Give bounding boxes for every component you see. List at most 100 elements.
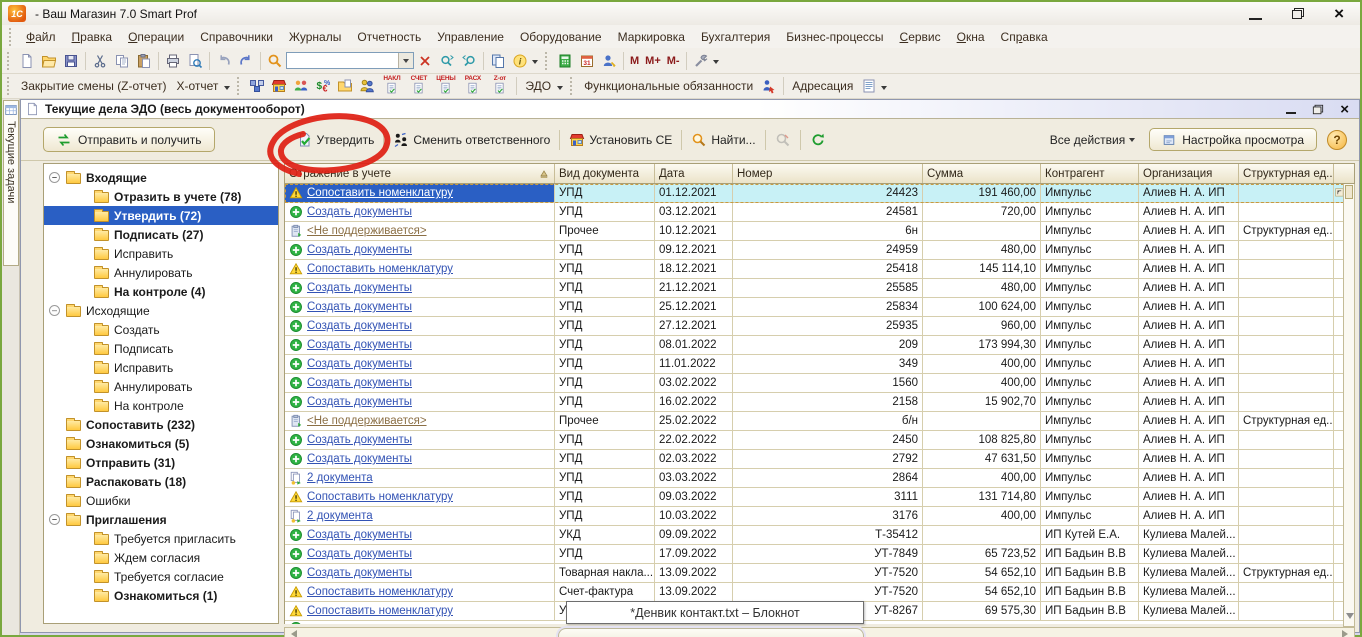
table-row-4[interactable]: Создать документыУПД09.12.202124959480,0…: [285, 241, 1354, 260]
table-row-21[interactable]: Создать документыТоварная накла...13.09.…: [285, 564, 1354, 583]
table-row-16[interactable]: 2 документаУПД03.03.20222864400,00Импуль…: [285, 469, 1354, 488]
store-icon[interactable]: [268, 75, 290, 97]
tree-item-3[interactable]: Утвердить (72): [44, 206, 278, 225]
action-link[interactable]: Сопоставить номенклатуру: [307, 605, 453, 617]
tree-item-22[interactable]: Требуется согласие: [44, 567, 278, 586]
quick-search-input[interactable]: [286, 52, 414, 69]
close-shift-button[interactable]: Закрытие смены (Z-отчет): [16, 79, 171, 93]
menu-item-12[interactable]: Сервис: [892, 27, 949, 47]
chevron-down-icon[interactable]: [224, 86, 230, 93]
tree-item-4[interactable]: Подписать (27): [44, 225, 278, 244]
tree-item-9[interactable]: Создать: [44, 320, 278, 339]
copy-icon[interactable]: [111, 50, 133, 72]
table-row-1[interactable]: Сопоставить номенклатуруУПД01.12.2021244…: [285, 184, 1354, 203]
action-link[interactable]: Создать документы: [307, 567, 412, 579]
doc-shortcut-z-от[interactable]: Z-от: [486, 75, 513, 95]
table-row-14[interactable]: Создать документыУПД22.02.20222450108 82…: [285, 431, 1354, 450]
table-row-19[interactable]: Создать документыУКД09.09.2022Т-35412ИП …: [285, 526, 1354, 545]
action-link[interactable]: Сопоставить номенклатуру: [307, 491, 453, 503]
doc-shortcut-расх[interactable]: РАСХ: [459, 75, 486, 95]
documents-folder-icon[interactable]: [334, 75, 356, 97]
column-header-7[interactable]: Организация: [1139, 164, 1239, 183]
action-link[interactable]: Создать документы: [307, 282, 412, 294]
addressing-icon[interactable]: [858, 75, 880, 97]
close-button[interactable]: ×: [1334, 6, 1344, 21]
functional-duties-icon[interactable]: [758, 75, 780, 97]
tree-item-13[interactable]: На контроле: [44, 396, 278, 415]
table-row-15[interactable]: Создать документыУПД02.03.2022279247 631…: [285, 450, 1354, 469]
table-row-20[interactable]: Создать документыУПД17.09.2022УТ-784965 …: [285, 545, 1354, 564]
action-link[interactable]: Создать документы: [307, 434, 412, 446]
view-settings-button[interactable]: Настройка просмотра: [1149, 128, 1317, 151]
tree-item-1[interactable]: –Входящие: [44, 168, 278, 187]
tree-item-18[interactable]: Ошибки: [44, 491, 278, 510]
chevron-down-icon[interactable]: [557, 86, 563, 93]
column-header-3[interactable]: Дата: [655, 164, 733, 183]
action-link[interactable]: <Не поддерживается>: [307, 415, 427, 427]
menu-item-1[interactable]: Файл: [18, 27, 64, 47]
action-link[interactable]: Сопоставить номенклатуру: [307, 187, 453, 199]
tree-item-19[interactable]: –Приглашения: [44, 510, 278, 529]
tree-item-20[interactable]: Требуется пригласить: [44, 529, 278, 548]
edo-button[interactable]: ЭДО: [520, 79, 556, 93]
tree-item-12[interactable]: Аннулировать: [44, 377, 278, 396]
redo-icon[interactable]: [235, 50, 257, 72]
chevron-down-icon[interactable]: [532, 60, 538, 67]
menu-item-13[interactable]: Окна: [949, 27, 993, 47]
menu-item-7[interactable]: Управление: [429, 27, 512, 47]
tree-item-11[interactable]: Исправить: [44, 358, 278, 377]
scroll-left-arrow-icon[interactable]: [287, 630, 297, 637]
cut-icon[interactable]: [89, 50, 111, 72]
column-header-1[interactable]: Отражение в учете: [285, 164, 555, 183]
table-row-17[interactable]: Сопоставить номенклатуруУПД09.03.2022311…: [285, 488, 1354, 507]
find-next-icon[interactable]: [436, 50, 458, 72]
new-document-icon[interactable]: [16, 50, 38, 72]
tree-item-14[interactable]: Сопоставить (232): [44, 415, 278, 434]
tree-item-2[interactable]: Отразить в учете (78): [44, 187, 278, 206]
table-row-9[interactable]: Создать документыУПД08.01.2022209173 994…: [285, 336, 1354, 355]
restore-button[interactable]: [1292, 8, 1304, 19]
column-header-2[interactable]: Вид документа: [555, 164, 655, 183]
vertical-scrollbar-thumb[interactable]: [1345, 185, 1353, 199]
table-row-10[interactable]: Создать документыУПД11.01.2022349400,00И…: [285, 355, 1354, 374]
memory-button-m[interactable]: M: [627, 50, 642, 72]
doc-shortcut-счет[interactable]: СЧЕТ: [405, 75, 432, 95]
set-se-button[interactable]: Установить СЕ: [565, 130, 676, 150]
calendar-icon[interactable]: 31: [576, 50, 598, 72]
action-link[interactable]: 2 документа: [307, 472, 373, 484]
search-icon[interactable]: [264, 50, 286, 72]
wrench-icon[interactable]: [690, 50, 712, 72]
doc-shortcut-накл[interactable]: НАКЛ: [378, 75, 405, 95]
table-row-5[interactable]: Сопоставить номенклатуруУПД18.12.2021254…: [285, 260, 1354, 279]
column-header-5[interactable]: Сумма: [923, 164, 1041, 183]
money-icon[interactable]: $€%: [312, 75, 334, 97]
undo-icon[interactable]: [213, 50, 235, 72]
chevron-down-icon[interactable]: [713, 60, 719, 67]
tree-item-7[interactable]: На контроле (4): [44, 282, 278, 301]
action-link[interactable]: Создать документы: [307, 320, 412, 332]
window-close-button[interactable]: ×: [1340, 102, 1349, 117]
menu-item-8[interactable]: Оборудование: [512, 27, 610, 47]
combo-dropdown-button[interactable]: [398, 53, 413, 68]
menu-item-11[interactable]: Бизнес-процессы: [778, 27, 891, 47]
copy-pages-icon[interactable]: [487, 50, 509, 72]
tree-collapse-icon[interactable]: –: [49, 172, 60, 183]
table-row-11[interactable]: Создать документыУПД03.02.20221560400,00…: [285, 374, 1354, 393]
action-link[interactable]: Создать документы: [307, 529, 412, 541]
menu-item-9[interactable]: Маркировка: [610, 27, 693, 47]
action-link[interactable]: Создать документы: [307, 206, 412, 218]
table-row-18[interactable]: 2 документаУПД10.03.20223176400,00Импуль…: [285, 507, 1354, 526]
doc-shortcut-цены[interactable]: ЦЕНЫ: [432, 75, 459, 95]
tree-item-23[interactable]: Ознакомиться (1): [44, 586, 278, 605]
all-actions-button[interactable]: Все действия: [1046, 131, 1139, 149]
tree-item-8[interactable]: –Исходящие: [44, 301, 278, 320]
action-link[interactable]: Сопоставить номенклатуру: [307, 263, 453, 275]
column-header-4[interactable]: Номер: [733, 164, 923, 183]
action-link[interactable]: 2 документа: [307, 510, 373, 522]
menu-item-3[interactable]: Операции: [120, 27, 192, 47]
minimize-button[interactable]: [1249, 18, 1262, 20]
action-link[interactable]: Создать документы: [307, 244, 412, 256]
menu-item-6[interactable]: Отчетность: [349, 27, 429, 47]
table-row-13[interactable]: <Не поддерживается>Прочее25.02.2022б/нИм…: [285, 412, 1354, 431]
table-row-12[interactable]: Создать документыУПД16.02.2022215815 902…: [285, 393, 1354, 412]
